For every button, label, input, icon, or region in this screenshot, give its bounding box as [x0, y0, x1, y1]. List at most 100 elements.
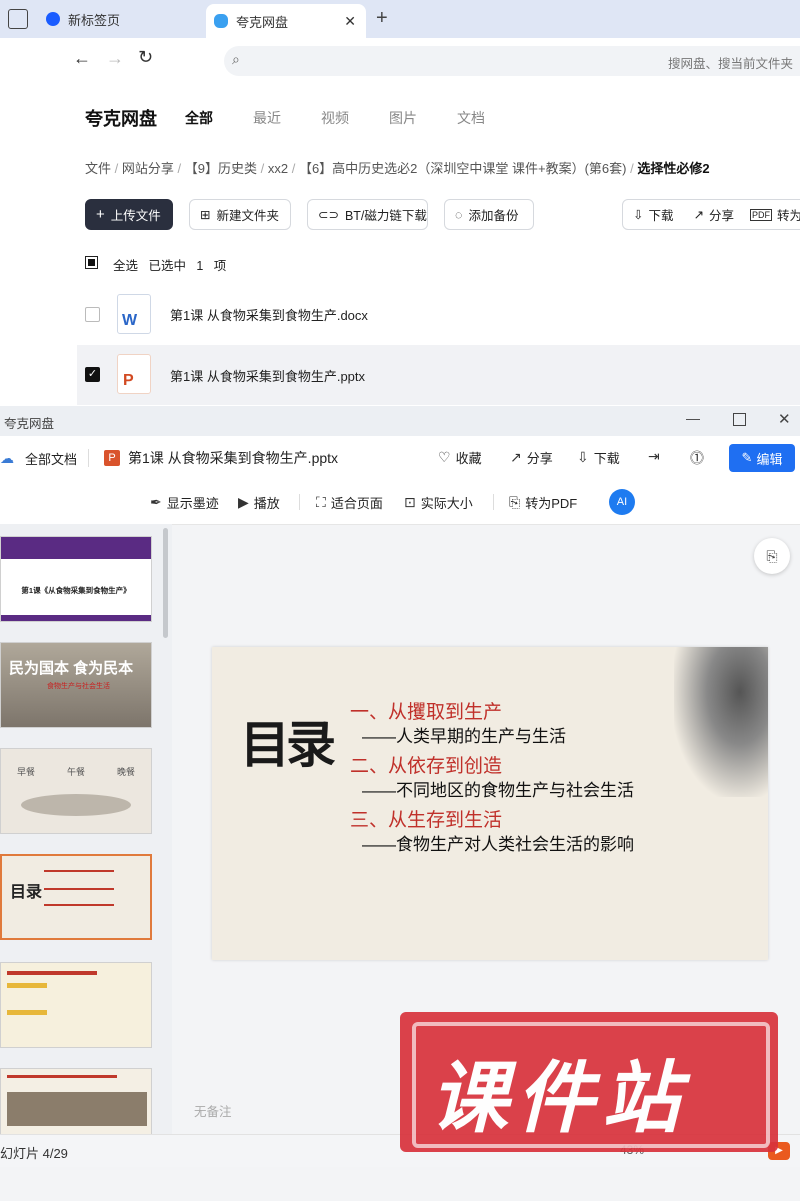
tab-doc[interactable]: 文档 [457, 108, 485, 128]
translate-float-icon[interactable]: ⎘ [754, 538, 790, 574]
fit-icon: ⛶ [316, 494, 326, 510]
minimize-icon[interactable]: — [686, 410, 700, 426]
toc-item-1-sub: ——人类早期的生产与生活 [362, 727, 566, 746]
export-icon[interactable]: ⇥ [648, 448, 665, 465]
thumbnail-slide-6[interactable] [0, 1068, 152, 1134]
no-notes-label: 无备注 [194, 1105, 232, 1119]
share-button[interactable]: ↗ 分享 [510, 448, 553, 467]
breadcrumb-item[interactable]: 网站分享 [122, 161, 174, 176]
file-checkbox-checked[interactable]: ✓ [85, 367, 100, 382]
convert-pdf-button[interactable]: ⎘ 转为PDF [509, 493, 577, 512]
convert-button[interactable]: PDF 转为 [744, 205, 800, 224]
slide-counter: 幻灯片 4/29 [0, 1146, 68, 1161]
thumb-label: 午餐 [66, 767, 85, 777]
all-docs-button[interactable]: ☁ 全部文档 [0, 449, 77, 468]
selected-count: 1 [196, 259, 204, 273]
actual-label: 实际大小 [420, 496, 473, 511]
view-toolbar: ✒ 显示墨迹 ▶ 播放 ⛶ 适合页面 ⊡ 实际大小 ⎘ 转为PDF AI [0, 480, 800, 525]
tab-quark-label: 夸克网盘 [236, 14, 289, 30]
download-button[interactable]: ⇩ 下载 [623, 205, 684, 224]
pencil-icon: ✎ [741, 450, 753, 465]
window-title: 夸克网盘 [4, 417, 55, 431]
download-button[interactable]: ⇩ 下载 [577, 448, 620, 467]
feedback-icon[interactable]: ⓵ [690, 448, 709, 468]
file-checkbox[interactable] [85, 307, 100, 322]
new-tab-icon[interactable]: + [376, 7, 388, 30]
new-folder-label: 新建文件夹 [216, 209, 279, 223]
breadcrumb-item[interactable]: 文件 [85, 161, 111, 176]
file-row[interactable]: W 第1课 从食物采集到食物生产.docx [77, 284, 800, 344]
close-tab-icon[interactable]: ✕ [344, 13, 356, 30]
thumbnail-slide-2[interactable]: 民为国本 食为民本 食物生产与社会生活 [0, 642, 152, 728]
thumbnail-subtitle: 食物生产与社会生活 [47, 683, 110, 690]
watermark-text: 课件站 [430, 1054, 689, 1142]
watermark-stamp: 课件站 [400, 1012, 778, 1152]
pdf-icon: ⎘ [509, 494, 521, 510]
action-group: ⇩ 下载 ↗ 分享 PDF 转为 [622, 199, 800, 230]
add-backup-button[interactable]: ◌ 添加备份 [444, 199, 534, 230]
share-label: 分享 [708, 209, 734, 223]
word-file-icon: W [117, 294, 151, 334]
ppt-badge-icon: P [104, 450, 120, 466]
breadcrumb-item[interactable]: 【6】高中历史选必2（深圳空中课堂 课件+教案）(第6套) [299, 161, 627, 176]
select-all-label[interactable]: 全选 [113, 259, 138, 273]
thumbnail-title: 民为国本 食为民本 [9, 660, 134, 677]
ai-icon[interactable]: AI [609, 489, 635, 515]
play-icon: ▶ [238, 494, 249, 510]
thumbnail-slide-1[interactable]: 第1课《从食物采集到食物生产》 [0, 536, 152, 622]
selected-unit: 项 [213, 259, 227, 273]
upload-button[interactable]: + 上传文件 [85, 199, 173, 230]
download-icon: ⇩ [633, 208, 644, 222]
bt-label: BT/磁力链下载 [344, 209, 427, 223]
breadcrumb-separator: / [177, 161, 185, 176]
new-folder-button[interactable]: ⊞ 新建文件夹 [189, 199, 291, 230]
address-input[interactable]: ⌕ 搜网盘、搜当前文件夹 [224, 46, 800, 76]
toc-item-2-title: 二、从依存到创造 [350, 756, 503, 777]
ppt-file-icon: P [117, 354, 151, 394]
doc-title-text: 第1课 从食物采集到食物生产.pptx [128, 450, 339, 466]
tab-search-icon[interactable] [8, 9, 28, 29]
convert-label: 转为 [777, 209, 800, 223]
back-icon[interactable]: ← [73, 48, 91, 69]
edit-button[interactable]: ✎ 编辑 [729, 444, 795, 472]
tab-quark-drive[interactable]: 夸克网盘 ✕ [206, 4, 366, 38]
file-name: 第1课 从食物采集到食物生产.docx [170, 308, 368, 323]
select-all-checkbox[interactable] [85, 256, 98, 269]
tab-recent[interactable]: 最近 [253, 108, 281, 128]
tab-all[interactable]: 全部 [185, 108, 213, 128]
thumbnail-scrollbar[interactable] [163, 528, 168, 638]
tab-new[interactable]: 新标签页 [46, 4, 196, 34]
thumbnail-slide-4-active[interactable]: 目录 [0, 854, 152, 940]
edit-label: 编辑 [756, 451, 783, 467]
cloud-icon [214, 14, 228, 28]
close-window-icon[interactable]: ✕ [778, 410, 791, 428]
slide-thumbnails[interactable]: 第1课《从食物采集到食物生产》 民为国本 食为民本 食物生产与社会生活 早餐 午… [0, 524, 172, 1134]
actual-size-button[interactable]: ⊡ 实际大小 [404, 493, 473, 512]
preview-titlebar: 夸克网盘 — ✕ [0, 406, 800, 436]
forward-icon[interactable]: → [106, 48, 124, 69]
share-button[interactable]: ↗ 分享 [684, 205, 745, 224]
maximize-icon[interactable] [733, 413, 746, 426]
fit-page-button[interactable]: ⛶ 适合页面 [316, 493, 383, 512]
search-icon: ⌕ [232, 51, 240, 67]
play-button[interactable]: ▶ 播放 [238, 493, 280, 512]
ink-toggle[interactable]: ✒ 显示墨迹 [150, 493, 219, 512]
breadcrumb-separator: / [114, 161, 122, 176]
reload-icon[interactable]: ↻ [138, 47, 153, 68]
all-docs-label: 全部文档 [25, 452, 78, 467]
favorite-button[interactable]: ♡ 收藏 [438, 448, 482, 467]
slide-canvas: 目录 一、从攫取到生产 ——人类早期的生产与生活 二、从依存到创造 ——不同地区… [212, 647, 768, 960]
tab-new-label: 新标签页 [68, 12, 121, 28]
tab-video[interactable]: 视频 [321, 108, 349, 128]
thumbnail-slide-3[interactable]: 早餐 午餐 晚餐 [0, 748, 152, 834]
share-icon: ↗ [510, 449, 522, 465]
breadcrumb-item[interactable]: 【9】历史类 [185, 161, 257, 176]
tab-image[interactable]: 图片 [389, 108, 417, 128]
ink-painting-decoration [674, 647, 768, 797]
bt-download-button[interactable]: ⊂⊃ BT/磁力链下载 [307, 199, 428, 230]
breadcrumb-item[interactable]: xx2 [268, 161, 288, 176]
favorite-label: 收藏 [455, 451, 482, 466]
file-row-selected[interactable]: ✓ P 第1课 从食物采集到食物生产.pptx [77, 345, 800, 405]
thumb-label: 早餐 [16, 767, 35, 777]
thumbnail-slide-5[interactable] [0, 962, 152, 1048]
